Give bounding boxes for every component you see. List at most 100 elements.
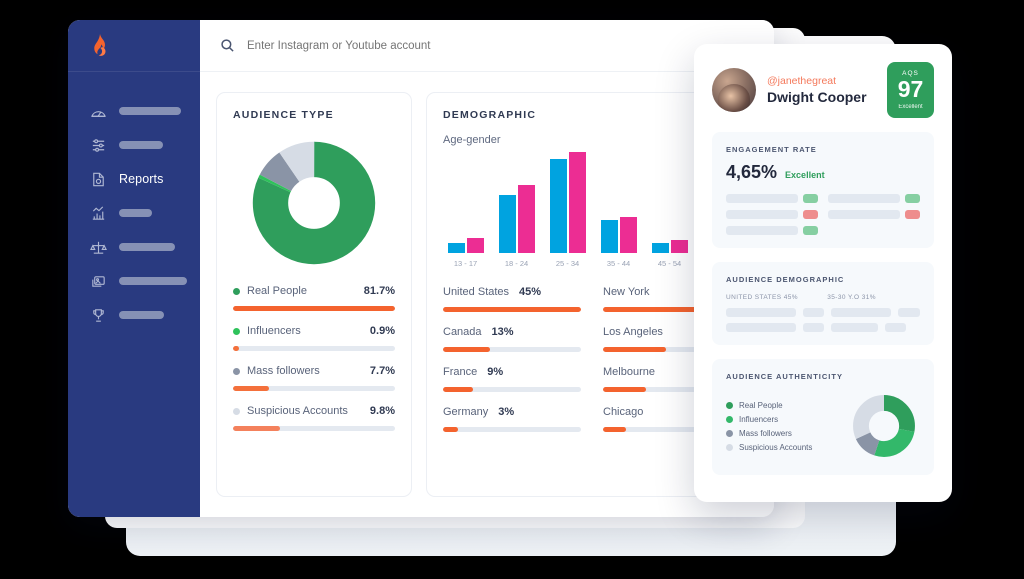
placeholder-bar [831, 308, 892, 317]
sliders-icon [90, 137, 107, 154]
audience-type-donut [233, 135, 395, 271]
list-item [726, 323, 920, 332]
legend-item: Real People [726, 401, 840, 410]
aqs-value: 97 [897, 76, 924, 102]
demographic-placeholder-rows [726, 308, 920, 332]
bar-male [549, 158, 567, 253]
bar-group: 35 - 44 [598, 148, 639, 268]
audience-type-card: AUDIENCE TYPE Real People 81.7% Influenc… [216, 92, 412, 497]
document-icon [90, 171, 107, 188]
sidebar-item-filters[interactable] [68, 128, 200, 162]
engagement-rate-section: ENGAGEMENT RATE 4,65% Excellent [712, 132, 934, 248]
gauge-icon [90, 103, 107, 120]
city-name: New York [603, 286, 650, 298]
city-name: Chicago [603, 406, 644, 418]
x-axis-tick: 25 - 34 [555, 259, 580, 268]
demographic-label-right: 35-30 y.o 31% [827, 294, 876, 301]
list-item [726, 210, 818, 219]
bar-female [670, 240, 688, 253]
legend-item: Suspicious Accounts [726, 443, 840, 452]
x-axis-tick: 18 - 24 [504, 259, 529, 268]
topbar [200, 20, 774, 72]
country-value: 3% [498, 406, 515, 418]
sidebar-item-achievements[interactable] [68, 298, 200, 332]
bar-group: 18 - 24 [496, 148, 537, 268]
country-name: United States [443, 286, 510, 298]
legend-label: Mass followers [739, 428, 792, 438]
placeholder-bar [828, 194, 900, 203]
page-title: AUDIENCE TYPE [233, 109, 334, 121]
status-badge: Excellent [785, 170, 825, 180]
x-axis-tick: 35 - 44 [606, 259, 631, 268]
sidebar-item-compare[interactable] [68, 230, 200, 264]
demographic-label-left: UNITED STATES 45% [726, 294, 798, 301]
bar-group: 25 - 34 [547, 148, 588, 268]
legend-value: 81.7% [363, 285, 395, 297]
list-item [726, 308, 920, 317]
bar-female [619, 217, 637, 253]
list-item [726, 226, 818, 235]
country-value: 13% [491, 326, 514, 338]
x-axis-tick: 45 - 54 [657, 259, 682, 268]
engagement-placeholder-rows [726, 194, 920, 235]
app-logo[interactable] [68, 20, 200, 72]
placeholder-bar [884, 323, 907, 332]
screen: Reports Enter Instagram or Youtube accou… [0, 0, 1024, 579]
progress-fill [603, 427, 627, 432]
status-square [905, 210, 920, 219]
sidebar-item-dashboard[interactable] [68, 94, 200, 128]
progress-fill [443, 427, 459, 432]
progress-track [443, 347, 581, 352]
placeholder-bar [726, 226, 798, 235]
progress-fill [603, 347, 667, 352]
legend-dot-icon [726, 443, 733, 451]
legend-value: 9.8% [369, 405, 395, 417]
bar-female [517, 184, 535, 253]
list-item [828, 210, 920, 219]
sidebar-item-label: Reports [119, 172, 164, 186]
status-square [905, 194, 920, 203]
placeholder-bar [828, 210, 900, 219]
country-value: 9% [487, 366, 504, 378]
sidebar-item-label [119, 209, 152, 217]
profile-handle[interactable]: @janethegreat [767, 75, 876, 87]
placeholder-bar [802, 323, 825, 332]
status-square [803, 194, 818, 203]
progress-track [233, 386, 395, 391]
legend-dot-icon [726, 415, 733, 423]
flame-icon [90, 33, 110, 58]
progress-track [443, 307, 581, 312]
country-name: Germany [443, 406, 489, 418]
progress-fill [443, 347, 490, 352]
legend-label: Influencers [739, 414, 779, 424]
progress-track [443, 387, 581, 392]
sidebar-item-label [119, 243, 175, 251]
section-title: AUDIENCE AUTHENTICITY [726, 372, 843, 381]
profile-header: @janethegreat Dwight Cooper AQS 97 Excel… [712, 62, 934, 118]
sidebar-item-label [119, 141, 163, 149]
city-name: Los Angeles [603, 326, 663, 338]
profile-avatar[interactable] [712, 68, 756, 112]
legend-value: 0.9% [369, 325, 395, 337]
sidebar-item-analytics[interactable] [68, 196, 200, 230]
bar-group: 13 - 17 [445, 148, 486, 268]
sidebar-item-media[interactable] [68, 264, 200, 298]
bar-male [447, 242, 465, 253]
profile-card: @janethegreat Dwight Cooper AQS 97 Excel… [694, 44, 952, 502]
search-input[interactable] [247, 39, 577, 52]
sidebar-item-label [119, 311, 164, 319]
sidebar-item-reports[interactable]: Reports [68, 162, 200, 196]
legend-item: Real People 81.7% [233, 285, 395, 311]
profile-names: @janethegreat Dwight Cooper [767, 75, 876, 105]
authenticity-donut-chart [853, 395, 915, 457]
authenticity-legend: Real People Influencers Mass followers S… [726, 401, 840, 452]
list-item [828, 194, 920, 203]
legend-dot-icon [233, 367, 240, 375]
legend-item: Influencers [726, 415, 840, 424]
legend-item: Influencers 0.9% [233, 325, 395, 351]
legend-item: Mass followers 7.7% [233, 365, 395, 391]
placeholder-bar [726, 194, 798, 203]
list-item: France 9% [443, 366, 581, 392]
search-icon[interactable] [220, 38, 235, 53]
legend-dot-icon [726, 429, 733, 437]
